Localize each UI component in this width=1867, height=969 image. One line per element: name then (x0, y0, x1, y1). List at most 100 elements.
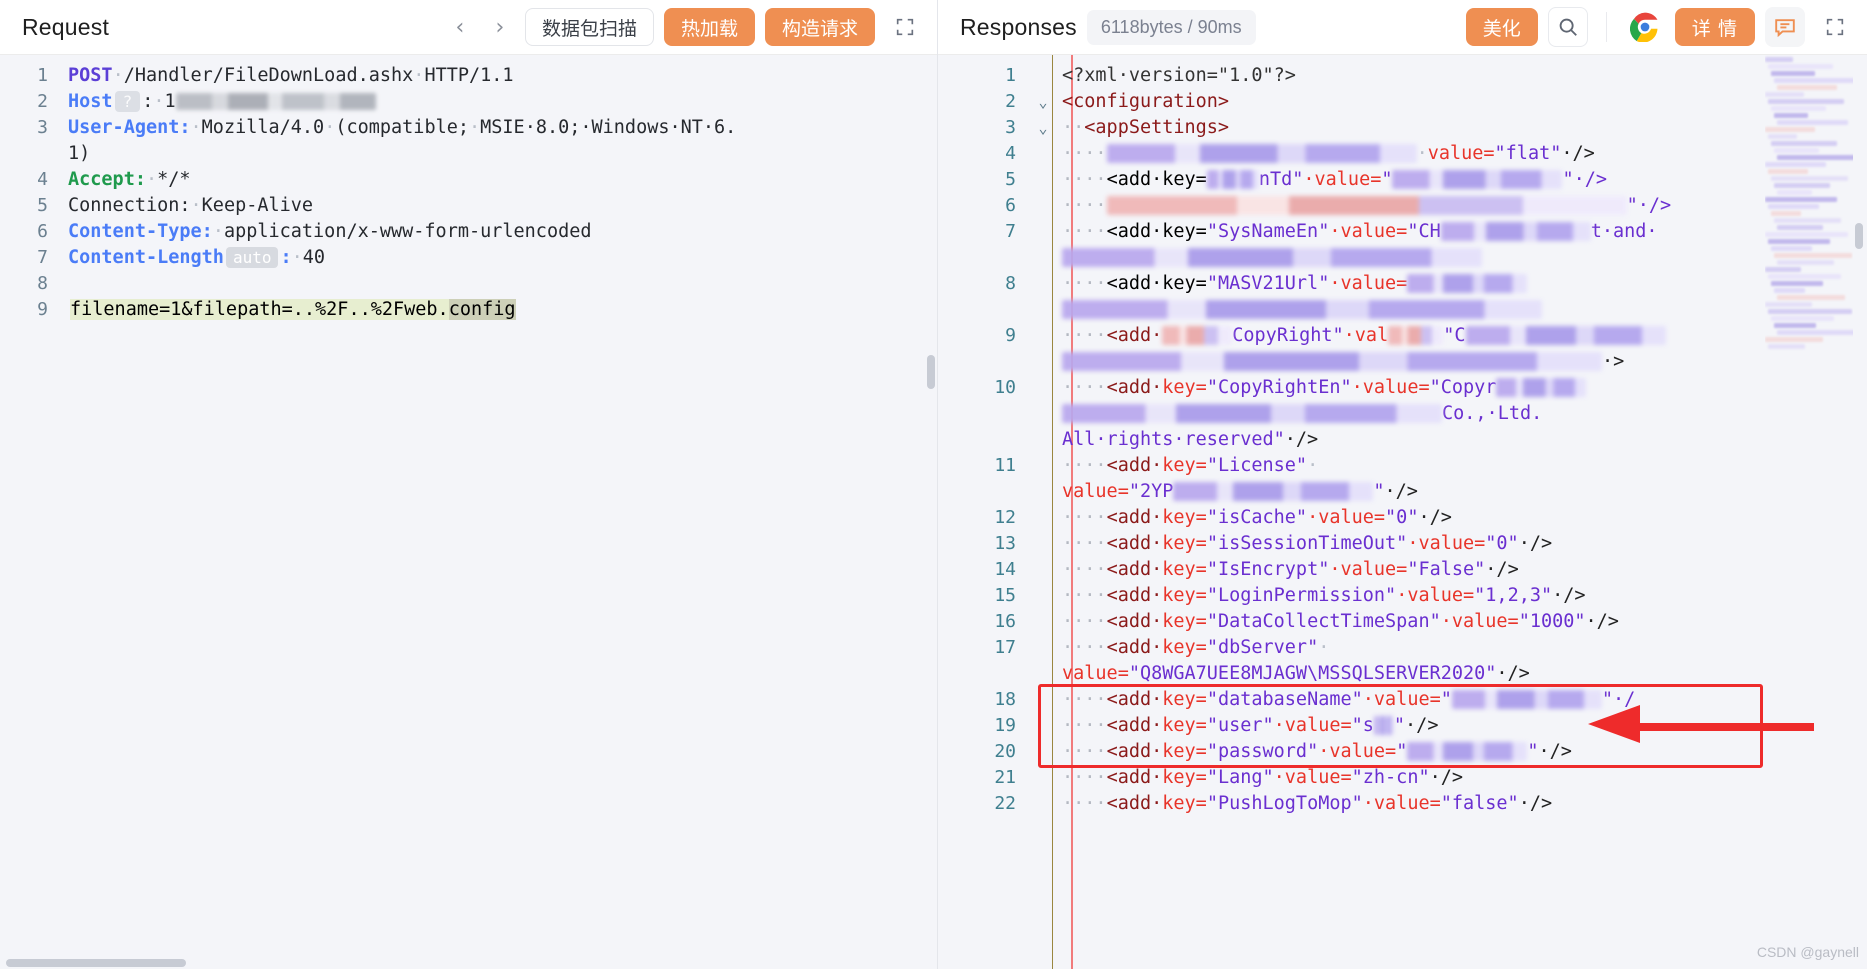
next-button[interactable]: › (485, 12, 515, 42)
code-line[interactable]: 7 Content-Length auto:·40 (0, 245, 937, 271)
code-token: HTTP/1.1 (424, 65, 514, 86)
code-line-content: ···· "·/> (1056, 193, 1867, 219)
code-token: MSIE·8.0;·Windows·NT·6. (480, 117, 737, 138)
open-in-chrome-button[interactable] (1624, 7, 1665, 47)
minimap-line (1774, 148, 1819, 153)
code-token: "MASV21Url" (1206, 273, 1330, 294)
request-horizontal-scrollbar[interactable] (6, 959, 186, 967)
minimap-line (1777, 260, 1834, 265)
code-token: · (413, 65, 425, 86)
code-line[interactable]: 5 Connection:·Keep-Alive (0, 193, 937, 219)
code-token: · (1318, 637, 1330, 658)
code-token: t·and· (1590, 221, 1658, 242)
code-token: <configuration> (1062, 91, 1230, 112)
code-line[interactable]: 2 Host?:·1 (0, 89, 937, 115)
code-line[interactable]: 4 Accept:·*/* (0, 167, 937, 193)
code-line[interactable]: 11 ····<add·key="License"· (938, 453, 1867, 479)
expand-icon (896, 18, 914, 36)
code-token: ···· (1062, 559, 1107, 580)
code-line[interactable]: value="Q8WGA7UEE8MJAGW\MSSQLSERVER2020"·… (938, 661, 1867, 687)
code-line[interactable]: 1 POST·/Handler/FileDownLoad.ashx·HTTP/1.… (0, 63, 937, 89)
hot-reload-button[interactable]: 热加载 (663, 8, 755, 46)
line-number: 12 (994, 507, 1016, 528)
code-line[interactable]: 5 ····<add·key= nTd"·value=" "·/> (938, 167, 1867, 193)
beautify-button[interactable]: 美化 (1465, 8, 1538, 46)
code-token: <add· (1106, 689, 1163, 710)
code-token: Accept: (68, 169, 146, 190)
code-token: ·> (1602, 351, 1625, 372)
code-line[interactable] (938, 245, 1867, 271)
code-line[interactable]: 8 ····<add·key="MASV21Url"·value= (938, 271, 1867, 297)
minimap-line (1768, 344, 1805, 349)
code-line[interactable]: 1 <?xml·version="1.0"?> (938, 63, 1867, 89)
code-line-content: ····<add·key="MASV21Url"·value= (1056, 271, 1867, 297)
code-line[interactable]: All·rights·reserved"·/> (938, 427, 1867, 453)
minimap-line (1777, 120, 1848, 125)
code-minimap[interactable] (1765, 55, 1853, 385)
expand-responses-button[interactable] (1815, 7, 1855, 47)
code-line[interactable]: 3 ⌄ ··<appSettings> (938, 115, 1867, 141)
request-code-area[interactable]: 1 POST·/Handler/FileDownLoad.ashx·HTTP/1.… (0, 55, 937, 969)
code-token: ·value= (1362, 689, 1441, 710)
code-line[interactable]: 1) (0, 141, 937, 167)
details-button[interactable]: 详 情 (1674, 8, 1755, 46)
code-line[interactable]: 19 ····<add·key="user"·value="s "·/> (938, 713, 1867, 739)
redacted-text (1173, 482, 1374, 501)
fold-toggle-icon[interactable]: ⌄ (1030, 115, 1056, 141)
redacted-text (1392, 170, 1563, 189)
code-token: ···· (1062, 325, 1107, 346)
code-line[interactable]: 16 ····<add·key="DataCollectTimeSpan"·val… (938, 609, 1867, 635)
code-line[interactable]: 6 Content-Type:·application/x-www-form-ur… (0, 219, 937, 245)
code-line[interactable]: 13 ····<add·key="isSessionTimeOut"·value=… (938, 531, 1867, 557)
redacted-text (1206, 170, 1259, 189)
packet-scan-button[interactable]: 数据包扫描 (524, 8, 654, 46)
code-line[interactable]: 8 (0, 271, 937, 297)
code-line-content: <?xml·version="1.0"?> (1056, 63, 1867, 89)
code-line[interactable]: 3 User-Agent:·Mozilla/4.0·(compatible;·MS… (0, 115, 937, 141)
code-token: 1 (164, 91, 176, 112)
code-line[interactable]: value="2YP "·/> (938, 479, 1867, 505)
expand-request-button[interactable] (885, 7, 925, 47)
code-line[interactable]: 12 ····<add·key="isCache"·value="0"·/> (938, 505, 1867, 531)
code-line[interactable]: 18 ····<add·key="databaseName"·value=" "·/ (938, 687, 1867, 713)
build-request-button[interactable]: 构造请求 (764, 8, 875, 46)
code-token: <add·key= (1106, 221, 1207, 242)
response-vertical-scrollbar[interactable] (1855, 223, 1863, 249)
comment-button[interactable] (1765, 7, 1805, 47)
minimap-line (1774, 183, 1830, 188)
code-token: ·/> (1538, 741, 1572, 762)
code-line[interactable]: 20 ····<add·key="password"·value=" "·/> (938, 739, 1867, 765)
code-line[interactable]: Co.,·Ltd. (938, 401, 1867, 427)
request-vertical-scrollbar[interactable] (927, 355, 935, 389)
search-icon (1559, 18, 1577, 36)
code-line[interactable] (938, 297, 1867, 323)
code-token: · (291, 247, 303, 268)
code-token: ···· (1062, 533, 1107, 554)
code-line[interactable]: 22 ····<add·key="PushLogToMop"·value="fal… (938, 791, 1867, 817)
minimap-line (1768, 99, 1844, 104)
code-line[interactable]: 21 ····<add·key="Lang"·value="zh-cn"·/> (938, 765, 1867, 791)
response-code-area[interactable]: 1 <?xml·version="1.0"?> 2 ⌄ <configuration> 3… (938, 55, 1867, 969)
code-line-content: ····<add·key="isCache"·value="0"·/> (1056, 505, 1867, 531)
code-line-content: Content-Length auto:·40 (62, 245, 937, 271)
search-button[interactable] (1547, 7, 1588, 47)
code-line[interactable]: 9 filename=1&filepath=..%2F..%2Fweb.confi… (0, 297, 937, 323)
code-token: Connection: (68, 195, 191, 216)
minimap-line (1771, 141, 1837, 146)
code-line[interactable]: 10 ····<add·key="CopyRightEn"·value="Copy… (938, 375, 1867, 401)
line-number: 9 (37, 299, 48, 320)
code-line[interactable]: 7 ····<add·key="SysNameEn"·value="CH t·and… (938, 219, 1867, 245)
code-line[interactable]: 2 ⌄ <configuration> (938, 89, 1867, 115)
code-token: ···· (1062, 377, 1107, 398)
code-line[interactable]: 15 ····<add·key="LoginPermission"·value="… (938, 583, 1867, 609)
code-line[interactable]: ·> (938, 349, 1867, 375)
code-line[interactable]: 9 ····<add· CopyRight"·val "C (938, 323, 1867, 349)
code-token: <add· (1106, 767, 1163, 788)
code-line[interactable]: 14 ····<add·key="IsEncrypt"·value="False"… (938, 557, 1867, 583)
code-line[interactable]: 6 ···· "·/> (938, 193, 1867, 219)
fold-toggle-icon[interactable]: ⌄ (1030, 89, 1056, 115)
code-line[interactable]: 4 ···· ·value="flat"·/> (938, 141, 1867, 167)
code-token: " (1440, 689, 1452, 710)
code-line[interactable]: 17 ····<add·key="dbServer"· (938, 635, 1867, 661)
prev-button[interactable]: ‹ (445, 12, 475, 42)
